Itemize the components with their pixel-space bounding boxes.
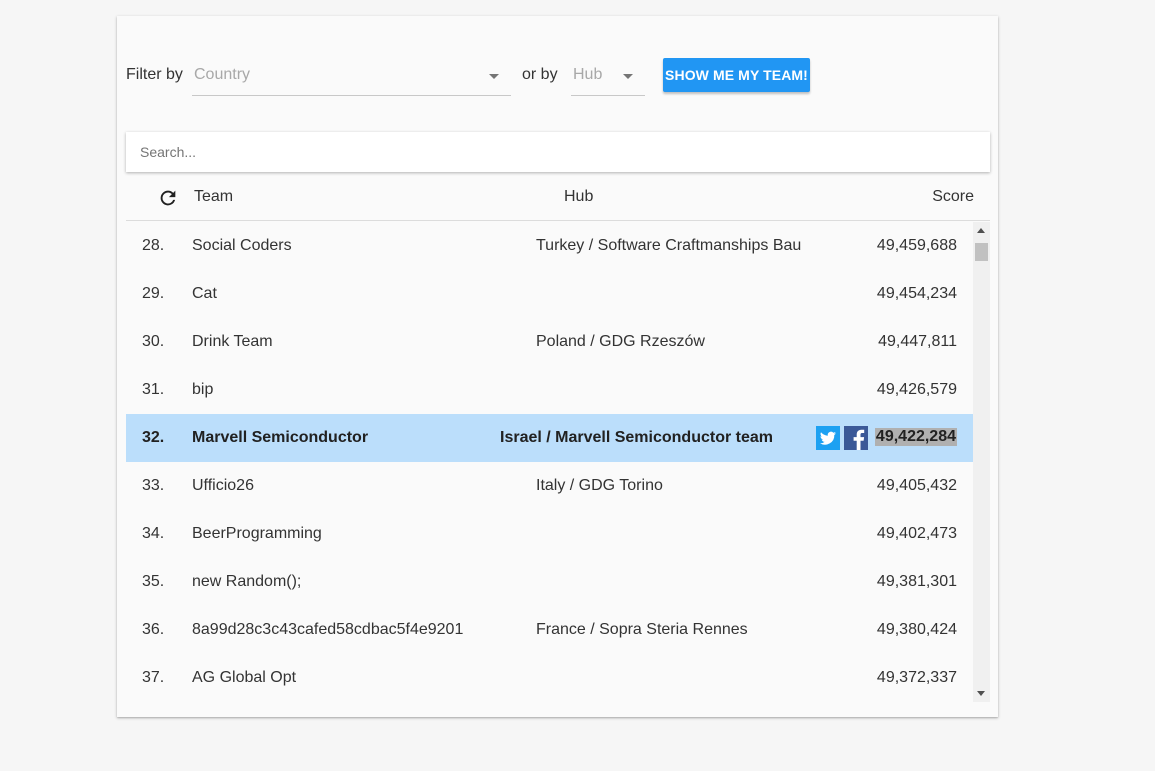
caret-down-icon — [623, 74, 633, 79]
table-row[interactable]: 30. Drink Team Poland / GDG Rzeszów 49,4… — [126, 318, 973, 366]
rank: 31. — [142, 381, 165, 398]
score: 49,447,811 — [878, 333, 957, 350]
team-name: Marvell Semiconductor — [192, 429, 369, 446]
team-name: Ufficio26 — [192, 477, 254, 494]
hub-name: Poland / GDG Rzeszów — [536, 333, 705, 350]
search-input[interactable] — [140, 132, 980, 172]
scrollbar-thumb[interactable] — [975, 243, 988, 261]
table-row[interactable]: 33. Ufficio26 Italy / GDG Torino 49,405,… — [126, 462, 973, 510]
table-row[interactable]: 29. Cat 49,454,234 — [126, 270, 973, 318]
score: 49,402,473 — [876, 525, 957, 542]
team-name: bip — [192, 381, 214, 398]
table-row[interactable]: 36. 8a99d28c3c43cafed58cdbac5f4e9201 Fra… — [126, 606, 973, 654]
country-placeholder: Country — [194, 66, 251, 83]
team-name: 8a99d28c3c43cafed58cdbac5f4e9201 — [192, 621, 464, 638]
team-name: BeerProgramming — [192, 525, 322, 542]
team-name: Cat — [192, 285, 217, 302]
table-row[interactable]: 34. BeerProgramming 49,402,473 — [126, 510, 973, 558]
score: 49,380,424 — [876, 621, 957, 638]
rank: 36. — [142, 621, 165, 638]
rank: 34. — [142, 525, 165, 542]
rank: 37. — [142, 669, 165, 686]
hub-name: Italy / GDG Torino — [536, 477, 663, 494]
score-column-header[interactable]: Score — [932, 188, 974, 206]
score: 49,405,432 — [876, 477, 957, 494]
rank: 28. — [142, 237, 165, 254]
rank: 32. — [142, 429, 165, 446]
twitter-icon[interactable] — [816, 426, 840, 450]
score: 49,459,688 — [876, 237, 957, 254]
search-box — [126, 132, 990, 172]
refresh-icon[interactable] — [157, 187, 179, 209]
rank: 35. — [142, 573, 165, 590]
hub-placeholder: Hub — [573, 66, 603, 83]
highlighted-table-row[interactable]: 32. Marvell Semiconductor Israel / Marve… — [126, 414, 973, 462]
hub-name: France / Sopra Steria Rennes — [536, 621, 748, 638]
hub-name: Turkey / Software Craftmanships Bau — [536, 237, 802, 254]
leaderboard-list: 28. Social Coders Turkey / Software Craf… — [126, 222, 973, 702]
rank: 29. — [142, 285, 165, 302]
or-by-label: or by — [522, 66, 558, 83]
hub-name: Israel / Marvell Semiconductor team — [500, 429, 773, 446]
table-row[interactable]: 31. bip 49,426,579 — [126, 366, 973, 414]
show-my-team-button[interactable]: SHOW ME MY TEAM! — [663, 58, 810, 92]
team-name: AG Global Opt — [192, 669, 297, 686]
team-column-header[interactable]: Team — [194, 188, 233, 206]
facebook-icon[interactable] — [844, 426, 868, 450]
score: 49,426,579 — [876, 381, 957, 398]
table-row[interactable]: 28. Social Coders Turkey / Software Craf… — [126, 222, 973, 270]
score: 49,372,337 — [876, 669, 957, 686]
hub-column-header[interactable]: Hub — [564, 188, 593, 206]
team-name: new Random(); — [192, 573, 302, 590]
hub-select[interactable]: Hub — [571, 58, 645, 96]
table-row[interactable]: 35. new Random(); 49,381,301 — [126, 558, 973, 606]
table-row[interactable]: 37. AG Global Opt 49,372,337 — [126, 654, 973, 702]
score: 49,381,301 — [876, 573, 957, 590]
filter-by-label: Filter by — [126, 66, 183, 83]
score: 49,422,284 — [874, 428, 957, 446]
caret-down-icon — [489, 74, 499, 79]
leaderboard-card: Filter by Country or by Hub SHOW ME MY T… — [117, 16, 998, 717]
rank: 33. — [142, 477, 165, 494]
table-header: Team Hub Score — [126, 174, 990, 221]
rank: 30. — [142, 333, 165, 350]
team-name: Drink Team — [192, 333, 273, 350]
list-scrollbar[interactable] — [973, 222, 990, 702]
scroll-down-arrow-icon[interactable] — [977, 691, 985, 696]
score: 49,454,234 — [876, 285, 957, 302]
country-select[interactable]: Country — [192, 58, 511, 96]
filter-bar: Filter by Country or by Hub SHOW ME MY T… — [126, 54, 986, 98]
team-name: Social Coders — [192, 237, 292, 254]
scroll-up-arrow-icon[interactable] — [977, 228, 985, 233]
